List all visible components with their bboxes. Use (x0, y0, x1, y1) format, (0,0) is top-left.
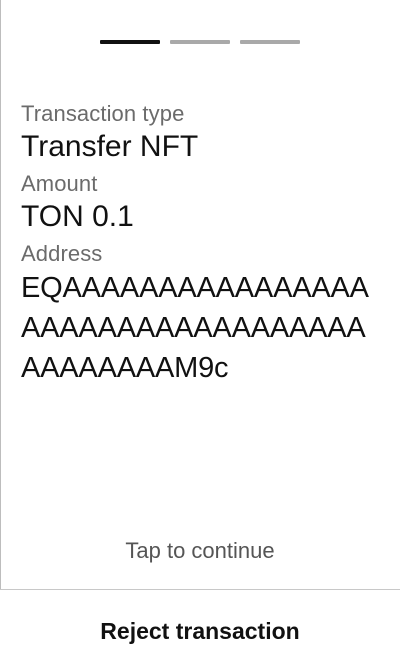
amount-value: TON 0.1 (21, 200, 134, 233)
transaction-type-label: Transaction type (21, 101, 185, 126)
address-value: EQAAAAAAAAAAAAAAAAAAAAAAAAAAAAAAAAAAAAAA… (21, 272, 369, 384)
amount-label: Amount (21, 171, 98, 196)
reject-transaction-button[interactable]: Reject transaction (0, 590, 400, 672)
screen-edge-divider (0, 0, 1, 672)
progress-step-3 (240, 40, 300, 44)
step-progress-indicator (100, 40, 300, 44)
address-label: Address (21, 241, 103, 266)
transaction-details: Transaction type Transfer NFT Amount TON… (21, 100, 382, 392)
tap-to-continue[interactable]: Tap to continue (0, 536, 400, 566)
progress-step-1 (100, 40, 160, 44)
transaction-type-value: Transfer NFT (21, 130, 199, 163)
transaction-review-screen: Transaction type Transfer NFT Amount TON… (0, 0, 400, 672)
progress-step-2 (170, 40, 230, 44)
